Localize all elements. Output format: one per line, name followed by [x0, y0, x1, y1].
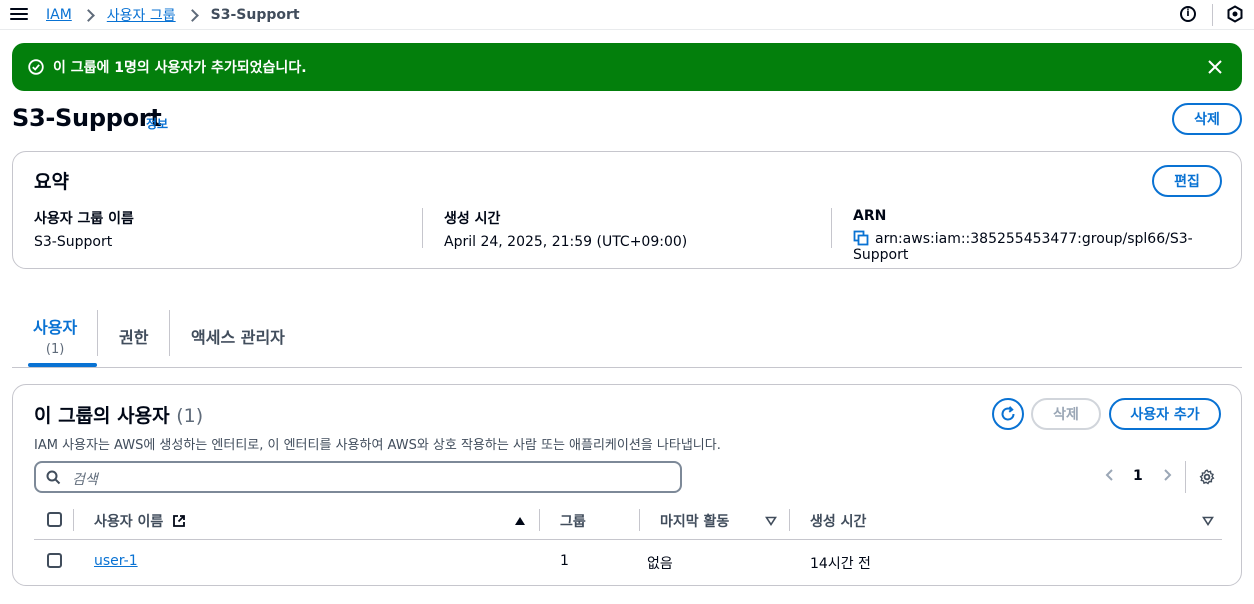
cell-creation-time: 14시간 전 — [810, 556, 871, 572]
breadcrumb-current-page: S3-Support — [210, 7, 300, 23]
select-all-checkbox[interactable] — [47, 512, 62, 527]
divider — [1185, 461, 1186, 493]
close-icon[interactable] — [1206, 58, 1224, 76]
column-header-last-activity[interactable]: 마지막 활동 — [660, 511, 729, 531]
info-icon[interactable]: i — [1180, 6, 1196, 22]
info-link[interactable]: 정보 — [146, 115, 168, 132]
creation-time-label: 생성 시간 — [444, 211, 501, 227]
column-header-user-name[interactable]: 사용자 이름 — [94, 511, 186, 531]
tab-list: 사용자 (1) 권한 액세스 관리자 — [12, 306, 1242, 368]
breadcrumb-iam-link[interactable]: IAM — [46, 7, 72, 23]
arn-label: ARN — [853, 208, 887, 224]
column-header-user-name-label: 사용자 이름 — [94, 514, 164, 530]
cell-last-activity: 없음 — [647, 556, 673, 572]
column-divider — [539, 509, 540, 531]
tab-permissions-label: 권한 — [119, 328, 149, 347]
users-count: (1) — [176, 405, 204, 427]
column-divider — [639, 509, 640, 531]
creation-time-field: 생성 시간 April 24, 2025, 21:59 (UTC+09:00) — [444, 208, 687, 250]
page-title: S3-Support — [12, 104, 162, 132]
flash-message: 이 그룹에 1명의 사용자가 추가되었습니다. — [53, 60, 307, 76]
external-link-icon — [173, 515, 186, 527]
chevron-left-icon[interactable] — [1103, 468, 1117, 482]
chevron-right-icon[interactable] — [1160, 468, 1174, 482]
arn-field: ARN arn:aws:iam::385255453477:group/spl6… — [853, 208, 1241, 263]
column-divider — [789, 509, 790, 531]
tab-divider — [169, 310, 170, 356]
cell-groups: 1 — [560, 553, 569, 569]
tab-divider — [97, 310, 98, 356]
creation-time-value: April 24, 2025, 21:59 (UTC+09:00) — [444, 234, 688, 250]
search-input[interactable]: 검색 — [34, 461, 682, 493]
cloudshell-hexagon-icon[interactable] — [1226, 5, 1244, 23]
chevron-right-icon — [185, 8, 199, 22]
check-circle-icon — [28, 59, 44, 75]
column-header-creation-time[interactable]: 생성 시간 — [810, 511, 866, 531]
tab-permissions[interactable]: 권한 — [119, 324, 148, 384]
sort-ascending-icon[interactable] — [514, 516, 526, 526]
tab-access-advisor[interactable]: 액세스 관리자 — [191, 324, 285, 384]
search-placeholder: 검색 — [72, 472, 98, 488]
arn-value-row: arn:aws:iam::385255453477:group/spl66/S3… — [853, 230, 1241, 263]
search-icon — [46, 470, 61, 485]
refresh-button[interactable] — [992, 398, 1024, 430]
tab-access-advisor-label: 액세스 관리자 — [191, 328, 285, 347]
success-flashbar: 이 그룹에 1명의 사용자가 추가되었습니다. — [12, 43, 1242, 91]
copy-icon[interactable] — [853, 230, 869, 246]
menu-icon[interactable] — [10, 6, 28, 24]
sort-descending-icon[interactable] — [765, 516, 777, 526]
column-divider — [73, 509, 74, 531]
sort-descending-icon[interactable] — [1202, 516, 1214, 526]
page-number-button[interactable]: 1 — [1133, 468, 1143, 484]
divider — [1212, 4, 1213, 26]
users-table-container: 이 그룹의 사용자 (1) IAM 사용자는 AWS에 생성하는 엔터티로, 이… — [12, 384, 1242, 586]
divider — [831, 208, 832, 248]
tab-users-label: 사용자 — [33, 318, 78, 337]
user-name-link[interactable]: user-1 — [94, 553, 138, 569]
summary-container: 요약 편집 사용자 그룹 이름 S3-Support 생성 시간 April 2… — [12, 151, 1242, 269]
summary-title: 요약 — [34, 171, 69, 193]
divider — [422, 208, 423, 248]
chevron-right-icon — [81, 8, 95, 22]
users-panel-title: 이 그룹의 사용자 (1) — [34, 401, 203, 428]
arn-value: arn:aws:iam::385255453477:group/spl66/S3… — [853, 231, 1193, 263]
tab-users-count: (1) — [45, 342, 65, 357]
user-name-link-text[interactable]: user-1 — [94, 553, 138, 569]
users-panel-title-text: 이 그룹의 사용자 — [34, 405, 170, 427]
group-name-label: 사용자 그룹 이름 — [34, 211, 134, 227]
active-tab-indicator — [28, 363, 97, 367]
table-divider — [34, 539, 1222, 540]
row-checkbox[interactable] — [47, 553, 62, 568]
group-name-value: S3-Support — [34, 234, 113, 250]
gear-icon[interactable] — [1199, 469, 1215, 485]
edit-button[interactable]: 편집 — [1152, 165, 1222, 197]
group-name-field: 사용자 그룹 이름 S3-Support — [34, 208, 134, 250]
add-user-button[interactable]: 사용자 추가 — [1109, 398, 1221, 430]
delete-users-button[interactable]: 삭제 — [1031, 398, 1101, 430]
users-panel-description: IAM 사용자는 AWS에 생성하는 엔터티로, 이 엔터티를 사용하여 AWS… — [34, 438, 721, 453]
breadcrumb-user-groups-link[interactable]: 사용자 그룹 — [107, 5, 176, 25]
refresh-icon — [1001, 406, 1015, 421]
breadcrumb: IAM 사용자 그룹 S3-Support — [46, 5, 300, 25]
delete-group-button[interactable]: 삭제 — [1172, 103, 1242, 135]
top-navigation-bar: IAM 사용자 그룹 S3-Support i — [0, 0, 1254, 30]
column-header-groups[interactable]: 그룹 — [560, 511, 586, 531]
